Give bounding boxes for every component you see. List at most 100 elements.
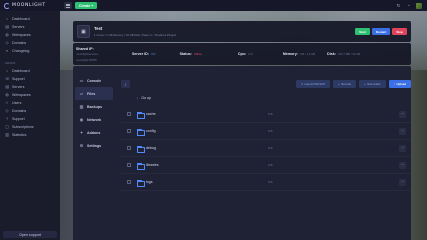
file-size: 0 B bbox=[268, 180, 273, 184]
subscription-icon: ▢ bbox=[5, 125, 9, 129]
restart-button[interactable]: Restart bbox=[371, 28, 391, 35]
row-checkbox[interactable] bbox=[127, 180, 131, 184]
row-menu-icon[interactable]: ⋯ bbox=[399, 144, 406, 152]
support-icon: ☏ bbox=[5, 77, 10, 81]
start-button[interactable]: Start bbox=[355, 28, 370, 35]
menu-toggle-icon[interactable] bbox=[64, 2, 72, 9]
file-size: 0 B bbox=[268, 129, 273, 133]
server-icon: ▤ bbox=[5, 25, 9, 29]
stats-icon: ▥ bbox=[5, 133, 9, 137]
tab-addons[interactable]: ✦ Addons bbox=[75, 126, 113, 139]
row-menu-icon[interactable]: ⋯ bbox=[399, 127, 406, 135]
row-menu-icon[interactable]: ⋯ bbox=[399, 161, 406, 169]
server-name: Test bbox=[94, 26, 103, 31]
shared-ip-value-2[interactable]: moonlight:25565 bbox=[76, 58, 132, 62]
sidebar-item-admin-subscriptions[interactable]: ▢ Subscriptions bbox=[0, 123, 60, 131]
folder-icon bbox=[137, 128, 145, 136]
addon-icon: ✦ bbox=[79, 130, 84, 135]
home-icon: ⌂ bbox=[5, 17, 9, 21]
network-icon: ◉ bbox=[79, 117, 84, 122]
server-header: ▣ Test 1 Cores / 1 GB Memory / 10 GB Dis… bbox=[73, 21, 411, 42]
table-row[interactable]: config 0 B ⋯ bbox=[121, 123, 411, 140]
tab-console[interactable]: ▭ Console bbox=[75, 74, 113, 87]
shared-ip-value[interactable]: moonlightservices bbox=[76, 52, 132, 56]
tab-files[interactable]: ▱ Files bbox=[75, 87, 113, 100]
go-up-row[interactable]: ↑ Go up bbox=[121, 90, 411, 106]
stop-button[interactable]: Stop bbox=[392, 28, 407, 35]
file-name[interactable]: config bbox=[146, 129, 268, 133]
file-size: 0 B bbox=[268, 163, 273, 167]
table-row[interactable]: libraries 0 B ⋯ bbox=[121, 157, 411, 174]
table-row[interactable]: logs 0 B ⋯ bbox=[121, 174, 411, 191]
sidebar-item-admin-webspaces[interactable]: ◍ Webspaces bbox=[0, 91, 60, 99]
sidebar-item-servers[interactable]: ▤ Servers bbox=[0, 23, 60, 31]
sync-icon[interactable]: ↻ bbox=[396, 3, 401, 8]
sidebar-item-domains[interactable]: ◇ Domains bbox=[0, 39, 60, 47]
button-label: New file bbox=[341, 82, 352, 86]
folder-icon bbox=[137, 179, 145, 187]
arrow-up-icon: ↑ bbox=[136, 95, 139, 101]
server-info-strip: Shared IP: moonlightservices moonlight:2… bbox=[73, 43, 411, 65]
status-value: Offline bbox=[193, 52, 202, 56]
sidebar-item-changelog[interactable]: ≡ Changelog bbox=[0, 47, 60, 55]
file-toolbar: / ⇗ Launch WinSCP + New file + New folder ↑… bbox=[121, 78, 411, 90]
row-checkbox[interactable] bbox=[127, 146, 131, 150]
sidebar-item-admin-help[interactable]: ? Support bbox=[0, 115, 60, 123]
row-checkbox[interactable] bbox=[127, 129, 131, 133]
memory-label: Memory: bbox=[282, 52, 298, 56]
row-menu-icon[interactable]: ⋯ bbox=[399, 178, 406, 186]
sidebar-item-admin-dashboard[interactable]: ⌂ Dashboard bbox=[0, 67, 60, 75]
help-icon: ? bbox=[5, 117, 9, 121]
tab-label: Backups bbox=[87, 104, 102, 109]
sidebar-item-label: Dashboard bbox=[12, 69, 30, 73]
sidebar-item-webspaces[interactable]: ◍ Webspaces bbox=[0, 31, 60, 39]
upload-button[interactable]: ↑ Upload bbox=[388, 80, 411, 88]
sidebar-item-admin-servers[interactable]: ▤ Servers bbox=[0, 83, 60, 91]
tab-backups[interactable]: ▥ Backups bbox=[75, 100, 113, 113]
tab-network[interactable]: ◉ Network bbox=[75, 113, 113, 126]
new-file-button[interactable]: + New file bbox=[333, 80, 357, 88]
sidebar-item-label: Webspaces bbox=[12, 93, 31, 97]
console-icon: ▭ bbox=[79, 78, 84, 83]
launch-icon: ⇗ bbox=[300, 82, 303, 86]
row-menu-icon[interactable]: ⋯ bbox=[399, 110, 406, 118]
globe-icon: ◍ bbox=[5, 33, 9, 37]
sidebar-item-admin-support[interactable]: ☏ Support bbox=[0, 75, 60, 83]
file-name[interactable]: libraries bbox=[146, 163, 268, 167]
row-checkbox[interactable] bbox=[127, 112, 131, 116]
sidebar-item-admin-domains[interactable]: ◇ Domains bbox=[0, 107, 60, 115]
logo[interactable]: MOONLIGHT bbox=[0, 2, 60, 9]
path-button[interactable]: / bbox=[121, 80, 130, 88]
notification-icon[interactable]: ◔ bbox=[406, 3, 411, 8]
user-icon: ☺ bbox=[5, 101, 9, 105]
sidebar-item-admin-users[interactable]: ☺ Users bbox=[0, 99, 60, 107]
tab-settings[interactable]: ⚙ Settings bbox=[75, 139, 113, 152]
folder-add-icon: + bbox=[364, 82, 366, 86]
sidebar: ⌂ Dashboard ▤ Servers ◍ Webspaces ◇ Domains … bbox=[0, 11, 60, 240]
table-row[interactable]: debug 0 B ⋯ bbox=[121, 140, 411, 157]
file-name[interactable]: cache bbox=[146, 112, 268, 116]
launch-winscp-button[interactable]: ⇗ Launch WinSCP bbox=[295, 80, 330, 88]
create-button[interactable]: Create + bbox=[75, 2, 98, 9]
log-icon: ≡ bbox=[5, 49, 9, 53]
file-name[interactable]: debug bbox=[146, 146, 268, 150]
disk-label: Disk: bbox=[327, 52, 336, 56]
open-support-button[interactable]: Open support bbox=[3, 231, 57, 238]
user-avatar[interactable] bbox=[416, 2, 422, 9]
go-up-label: Go up bbox=[141, 96, 152, 100]
sidebar-item-label: Servers bbox=[12, 85, 25, 89]
file-name[interactable]: logs bbox=[146, 180, 268, 184]
new-folder-button[interactable]: + New folder bbox=[359, 80, 386, 88]
row-checkbox[interactable] bbox=[127, 163, 131, 167]
backup-icon: ▥ bbox=[79, 104, 84, 109]
sidebar-item-dashboard[interactable]: ⌂ Dashboard bbox=[0, 15, 60, 23]
sidebar-item-label: Subscriptions bbox=[12, 125, 34, 129]
file-add-icon: + bbox=[338, 82, 340, 86]
tab-label: Addons bbox=[87, 130, 101, 135]
sidebar-item-label: Users bbox=[12, 101, 22, 105]
table-row[interactable]: cache 0 B ⋯ bbox=[121, 106, 411, 123]
tab-label: Files bbox=[87, 91, 96, 96]
server-main-panel: ▭ Console ▱ Files ▥ Backups ◉ Network ✦ Addon… bbox=[73, 66, 411, 240]
sidebar-item-label: Domains bbox=[12, 41, 27, 45]
sidebar-item-admin-statistics[interactable]: ▥ Statistics bbox=[0, 131, 60, 139]
